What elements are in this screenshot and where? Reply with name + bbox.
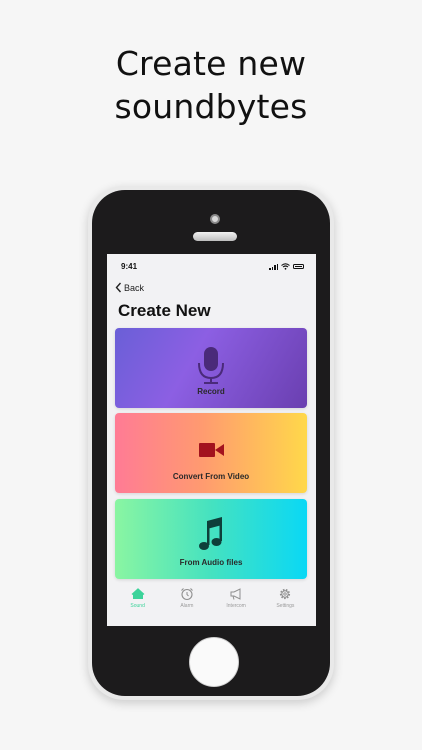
- page-title: Create New: [118, 301, 211, 320]
- earpiece-speaker: [193, 232, 237, 241]
- tab-alarm[interactable]: Alarm: [167, 587, 207, 626]
- tab-bar: Sound Alarm Intercom Settings: [107, 580, 316, 626]
- app-screen: 9:41 Back Create New Record Convert From…: [107, 254, 316, 626]
- microphone-icon: [198, 347, 224, 384]
- tab-intercom-label: Intercom: [226, 603, 246, 609]
- record-card[interactable]: Record: [115, 328, 307, 408]
- convert-from-video-card[interactable]: Convert From Video: [115, 413, 307, 493]
- tab-settings-label: Settings: [276, 603, 295, 609]
- convert-from-video-label: Convert From Video: [172, 472, 250, 481]
- status-icons: [269, 263, 304, 270]
- status-time: 9:41: [121, 262, 138, 271]
- back-button[interactable]: Back: [115, 282, 144, 293]
- headline-line-1: Create new: [115, 44, 307, 83]
- front-camera: [210, 214, 220, 224]
- tab-sound-label: Sound: [130, 603, 145, 609]
- megaphone-icon: [230, 588, 241, 600]
- chevron-left-icon: [115, 282, 122, 293]
- from-audio-files-card[interactable]: From Audio files: [115, 499, 307, 579]
- home-icon: [131, 588, 145, 599]
- marketing-headline: Create new soundbytes: [0, 42, 422, 128]
- tab-intercom[interactable]: Intercom: [216, 587, 256, 626]
- tab-settings[interactable]: Settings: [265, 587, 305, 626]
- music-note-icon: [199, 517, 222, 550]
- gear-icon: [280, 588, 291, 600]
- alarm-clock-icon: [180, 588, 193, 601]
- battery-icon: [293, 264, 304, 269]
- video-camera-icon: [199, 443, 224, 457]
- headline-line-2: soundbytes: [114, 87, 308, 126]
- tab-sound[interactable]: Sound: [118, 587, 158, 626]
- cellular-signal-icon: [269, 263, 278, 270]
- back-label: Back: [124, 282, 145, 293]
- wifi-icon: [281, 263, 290, 270]
- tab-alarm-label: Alarm: [180, 603, 194, 609]
- from-audio-files-label: From Audio files: [179, 558, 243, 567]
- record-label: Record: [197, 387, 225, 396]
- home-button[interactable]: [189, 637, 239, 687]
- status-bar: 9:41: [107, 254, 316, 276]
